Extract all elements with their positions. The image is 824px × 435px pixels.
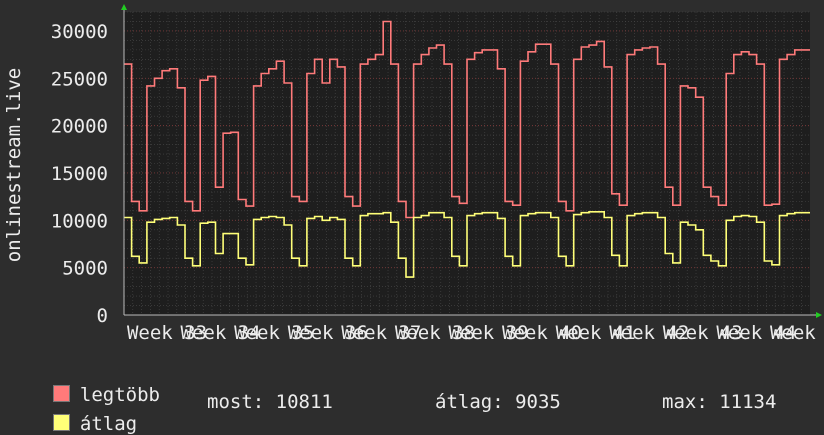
y-tick-label: 30000 <box>51 21 108 43</box>
y-tick-label: 15000 <box>51 163 108 185</box>
x-axis-arrow <box>816 312 822 318</box>
y-tick-label: 20000 <box>51 116 108 138</box>
stat-average: átlag: 9035 <box>435 391 561 413</box>
traffic-chart: 050001000015000200002500030000Week 33Wee… <box>3 4 824 344</box>
y-tick-label: 10000 <box>51 210 108 232</box>
y-tick-label: 5000 <box>62 258 108 280</box>
legend-item-avg: átlag <box>30 391 137 435</box>
legend-swatch-avg <box>52 414 70 431</box>
stat-maximum: max: 11134 <box>662 391 777 413</box>
y-axis-label: onlinestream.live <box>3 68 25 262</box>
legend-label-avg: átlag <box>79 413 138 435</box>
x-tick-label: Week 45 <box>770 322 824 344</box>
y-tick-label: 0 <box>97 305 108 327</box>
stat-current: most: 10811 <box>207 391 333 413</box>
y-axis-arrow <box>121 4 127 10</box>
legend-item-max: legtöbb <box>30 362 160 406</box>
y-tick-label: 25000 <box>51 68 108 90</box>
